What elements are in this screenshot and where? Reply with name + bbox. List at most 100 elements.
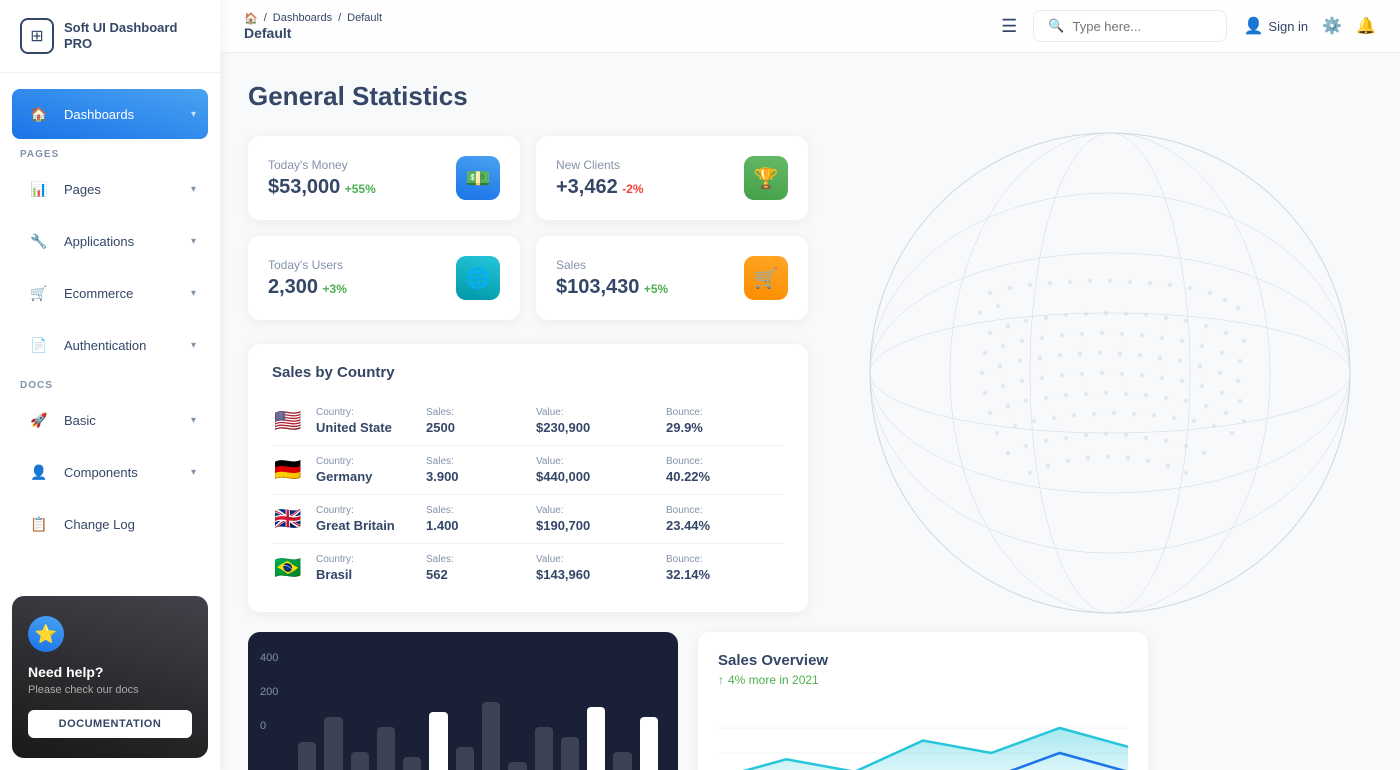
stat-users-label: Today's Users xyxy=(268,258,347,272)
chevron-icon: ▾ xyxy=(191,288,196,299)
chart-bars xyxy=(268,652,658,770)
country-bounce-col: Bounce: 40.22% xyxy=(666,456,756,484)
chevron-icon: ▾ xyxy=(191,109,196,120)
country-bounce-col: Bounce: 23.44% xyxy=(666,505,756,533)
country-value-col: Value: $440,000 xyxy=(536,456,646,484)
chart-bar xyxy=(377,727,395,770)
breadcrumb-dashboards: Dashboards xyxy=(273,12,332,24)
breadcrumb-sep2: / xyxy=(338,12,341,24)
search-icon: 🔍 xyxy=(1048,18,1064,34)
chart-bar xyxy=(508,762,526,770)
country-row-us: 🇺🇸 Country: United State Sales: 2500 Val… xyxy=(272,397,784,446)
header: 🏠 / Dashboards / Default Default ☰ 🔍 👤 S… xyxy=(220,0,1400,53)
stat-card-clients: New Clients +3,462 -2% 🏆 xyxy=(536,136,808,220)
country-value-col: Value: $143,960 xyxy=(536,554,646,582)
settings-button[interactable]: ⚙️ xyxy=(1322,16,1342,36)
stat-clients-label: New Clients xyxy=(556,158,644,172)
trend-up-icon: ↑ xyxy=(718,673,724,687)
sidebar-item-basic[interactable]: 🚀 Basic ▾ xyxy=(12,395,208,445)
flag-de: 🇩🇪 xyxy=(272,457,304,483)
sidebar-item-dashboards[interactable]: 🏠 Dashboards ▾ xyxy=(12,89,208,139)
sidebar-item-applications[interactable]: 🔧 Applications ▾ xyxy=(12,216,208,266)
gear-icon: ⚙️ xyxy=(1322,16,1342,36)
bottom-charts: 400 200 0 Sales Overview ↑ 4% more in 20… xyxy=(248,632,1148,770)
notifications-button[interactable]: 🔔 xyxy=(1356,16,1376,36)
stat-money-label: Today's Money xyxy=(268,158,376,172)
stat-money-icon: 💵 xyxy=(456,156,500,200)
sales-by-country-card: Sales by Country 🇺🇸 Country: United Stat… xyxy=(248,344,808,612)
stat-money-change: +55% xyxy=(345,182,376,196)
applications-icon: 🔧 xyxy=(24,226,54,256)
basic-icon: 🚀 xyxy=(24,405,54,435)
sign-in-button[interactable]: 👤 Sign in xyxy=(1243,16,1308,36)
sidebar-item-authentication[interactable]: 📄 Authentication ▾ xyxy=(12,320,208,370)
chart-bar xyxy=(561,737,579,770)
breadcrumb-title: Default xyxy=(244,25,985,41)
sales-overview-trend: ↑ 4% more in 2021 xyxy=(718,673,1128,687)
chevron-icon: ▾ xyxy=(191,184,196,195)
authentication-icon: 📄 xyxy=(24,330,54,360)
globe-visual xyxy=(820,93,1400,653)
chevron-icon: ▾ xyxy=(191,340,196,351)
country-row-br: 🇧🇷 Country: Brasil Sales: 562 Value: $14… xyxy=(272,544,784,592)
header-actions: 👤 Sign in ⚙️ 🔔 xyxy=(1243,16,1376,36)
stat-users-change: +3% xyxy=(323,282,347,296)
components-icon: 👤 xyxy=(24,457,54,487)
country-name-col: Country: Germany xyxy=(316,456,406,484)
stat-clients-change: -2% xyxy=(622,182,643,196)
chart-bar xyxy=(535,727,553,770)
sales-overview-title: Sales Overview xyxy=(718,652,1128,669)
help-card: ⭐ Need help? Please check our docs DOCUM… xyxy=(12,596,208,758)
stat-sales-info: Sales $103,430 +5% xyxy=(556,258,668,299)
chart-bar xyxy=(298,742,316,770)
chart-bar xyxy=(403,757,421,770)
stat-clients-value: +3,462 xyxy=(556,176,618,198)
stat-sales-icon: 🛒 xyxy=(744,256,788,300)
stat-card-sales: Sales $103,430 +5% 🛒 xyxy=(536,236,808,320)
sidebar: ⊞ Soft UI Dashboard PRO 🏠 Dashboards ▾ P… xyxy=(0,0,220,770)
sidebar-logo: ⊞ Soft UI Dashboard PRO xyxy=(0,0,220,73)
page-content: General Statistics Today's Money $53,000… xyxy=(220,53,1400,770)
country-sales-col: Sales: 3.900 xyxy=(426,456,516,484)
sidebar-item-label: Applications xyxy=(64,234,181,249)
sidebar-item-label: Authentication xyxy=(64,338,181,353)
user-icon: 👤 xyxy=(1243,16,1263,36)
bar-chart-card: 400 200 0 xyxy=(248,632,678,770)
stat-sales-label: Sales xyxy=(556,258,668,272)
sidebar-item-ecommerce[interactable]: 🛒 Ecommerce ▾ xyxy=(12,268,208,318)
docs-section-label: DOCS xyxy=(12,372,208,395)
ecommerce-icon: 🛒 xyxy=(24,278,54,308)
flag-gb: 🇬🇧 xyxy=(272,506,304,532)
documentation-button[interactable]: DOCUMENTATION xyxy=(28,710,192,738)
flag-br: 🇧🇷 xyxy=(272,555,304,581)
help-subtitle: Please check our docs xyxy=(28,684,192,696)
stat-users-icon: 🌐 xyxy=(456,256,500,300)
country-sales-col: Sales: 1.400 xyxy=(426,505,516,533)
stat-users-info: Today's Users 2,300 +3% xyxy=(268,258,347,299)
logo-text: Soft UI Dashboard PRO xyxy=(64,20,200,51)
breadcrumb-path: 🏠 / Dashboards / Default xyxy=(244,12,985,25)
bell-icon: 🔔 xyxy=(1356,16,1376,36)
chevron-icon: ▾ xyxy=(191,467,196,478)
logo-icon: ⊞ xyxy=(20,18,54,54)
country-data-us: Country: United State Sales: 2500 Value:… xyxy=(316,407,784,435)
search-input[interactable] xyxy=(1072,19,1212,34)
sidebar-item-components[interactable]: 👤 Components ▾ xyxy=(12,447,208,497)
chart-bar xyxy=(613,752,631,770)
hamburger-menu-icon[interactable]: ☰ xyxy=(1001,16,1017,37)
country-value-col: Value: $230,900 xyxy=(536,407,646,435)
breadcrumb-sep: / xyxy=(264,12,267,24)
sidebar-item-changelog[interactable]: 📋 Change Log xyxy=(12,499,208,549)
country-row-de: 🇩🇪 Country: Germany Sales: 3.900 Value: … xyxy=(272,446,784,495)
help-star-icon: ⭐ xyxy=(28,616,64,652)
sidebar-item-pages[interactable]: 📊 Pages ▾ xyxy=(12,164,208,214)
sidebar-item-label: Ecommerce xyxy=(64,286,181,301)
country-bounce-col: Bounce: 29.9% xyxy=(666,407,756,435)
country-sales-col: Sales: 2500 xyxy=(426,407,516,435)
chart-bar xyxy=(324,717,342,770)
sign-in-label: Sign in xyxy=(1268,19,1308,34)
stat-clients-icon: 🏆 xyxy=(744,156,788,200)
sidebar-item-label: Components xyxy=(64,465,181,480)
changelog-icon: 📋 xyxy=(24,509,54,539)
stat-users-value: 2,300 xyxy=(268,276,318,298)
